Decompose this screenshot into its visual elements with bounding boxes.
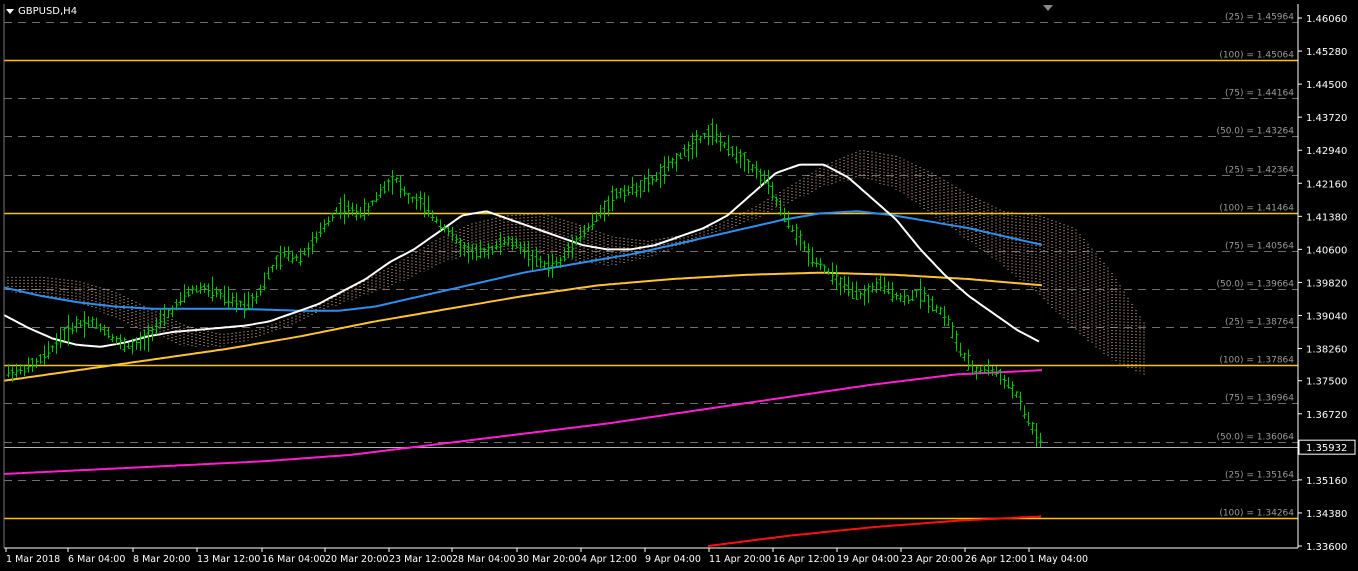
y-tick-label: 1.35160 — [1306, 476, 1347, 487]
x-tick-label: 16 Apr 12:00 — [773, 554, 835, 565]
x-tick-label: 23 Mar 12:00 — [389, 554, 452, 565]
y-tick-label: 1.33600 — [1306, 542, 1347, 553]
y-tick-label: 1.46060 — [1306, 14, 1347, 25]
x-tick-label: 19 Apr 04:00 — [837, 554, 899, 565]
x-tick-label: 4 Apr 12:00 — [581, 554, 637, 565]
y-tick-label: 1.42940 — [1306, 146, 1347, 157]
y-tick-label: 1.34380 — [1306, 509, 1347, 520]
level-label: (75) = 1.40564 — [1225, 242, 1294, 252]
level-label: (75) = 1.44164 — [1225, 89, 1294, 99]
chart-background — [0, 0, 1358, 571]
level-label: (100) = 1.34264 — [1219, 509, 1294, 519]
level-label: (75) = 1.36964 — [1225, 394, 1294, 404]
x-tick-label: 13 Mar 12:00 — [197, 554, 260, 565]
symbol-label: GBPUSD,H4 — [18, 6, 78, 17]
x-tick-label: 8 Mar 20:00 — [133, 554, 190, 565]
x-tick-label: 23 Apr 20:00 — [901, 554, 963, 565]
y-tick-label: 1.38260 — [1306, 345, 1347, 356]
level-label: (100) = 1.41464 — [1219, 204, 1294, 214]
level-label: (25) = 1.45964 — [1225, 13, 1294, 23]
x-tick-label: 30 Mar 20:00 — [517, 554, 580, 565]
level-label: (50.0) = 1.36064 — [1216, 433, 1294, 443]
x-tick-label: 1 Mar 2018 — [6, 554, 60, 565]
y-tick-label: 1.40600 — [1306, 245, 1347, 256]
menu-triangle-icon[interactable] — [6, 8, 14, 14]
x-tick-label: 16 Mar 04:00 — [262, 554, 325, 565]
level-label: (25) = 1.38764 — [1225, 318, 1294, 328]
x-tick-label: 9 Apr 04:00 — [645, 554, 701, 565]
y-tick-label: 1.36720 — [1306, 410, 1347, 421]
y-tick-label: 1.44500 — [1306, 80, 1347, 91]
level-label: (25) = 1.42364 — [1225, 166, 1294, 176]
level-label: (50.0) = 1.39664 — [1216, 280, 1294, 290]
symbol-title[interactable]: GBPUSD,H4 — [6, 6, 77, 17]
y-tick-label: 1.45280 — [1306, 47, 1347, 58]
y-tick-label: 1.39040 — [1306, 311, 1347, 322]
level-label: (100) = 1.45064 — [1219, 51, 1294, 61]
x-tick-label: 26 Apr 12:00 — [965, 554, 1027, 565]
y-tick-label: 1.37500 — [1306, 377, 1347, 388]
y-tick-label: 1.41380 — [1306, 212, 1347, 223]
y-tick-label: 1.39820 — [1306, 278, 1347, 289]
level-label: (50.0) = 1.43264 — [1216, 127, 1294, 137]
level-label: (25) = 1.35164 — [1225, 471, 1294, 481]
x-tick-label: 20 Mar 20:00 — [325, 554, 388, 565]
x-tick-label: 1 May 04:00 — [1029, 554, 1088, 565]
y-tick-label: 1.42160 — [1306, 179, 1347, 190]
x-tick-label: 11 Apr 20:00 — [709, 554, 771, 565]
y-tick-label: 1.35932 — [1306, 443, 1347, 454]
level-label: (100) = 1.37864 — [1219, 356, 1294, 366]
x-tick-label: 6 Mar 04:00 — [68, 554, 125, 565]
y-tick-label: 1.43720 — [1306, 113, 1347, 124]
price-chart[interactable]: (25) = 1.45964 (100) = 1.45064 (75) = 1.44… — [0, 0, 1358, 571]
x-tick-label: 28 Mar 04:00 — [452, 554, 515, 565]
